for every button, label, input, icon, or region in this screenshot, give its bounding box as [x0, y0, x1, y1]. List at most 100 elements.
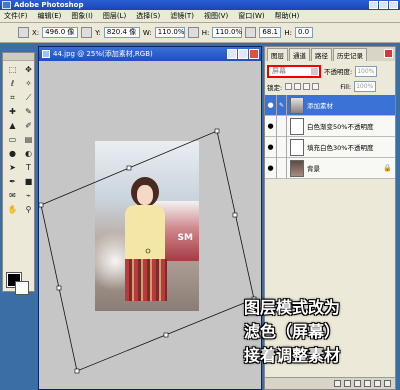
trash-icon[interactable] — [384, 380, 391, 387]
menu-select[interactable]: 选择(S) — [136, 11, 160, 21]
brush-icon[interactable]: ✎ — [21, 105, 36, 118]
x-field[interactable]: 496.0 像 — [42, 27, 79, 38]
adjustment-layer-icon[interactable] — [364, 380, 371, 387]
move-icon[interactable]: ✥ — [21, 63, 36, 76]
transform-bounding-box[interactable] — [39, 61, 261, 389]
menu-filter[interactable]: 滤镜(T) — [170, 11, 194, 21]
menu-edit[interactable]: 编辑(E) — [38, 11, 62, 21]
x-label: X: — [32, 28, 40, 37]
brush-icon[interactable]: ✎ — [277, 94, 287, 116]
dodge-icon[interactable]: ◐ — [21, 147, 36, 160]
new-layer-icon[interactable] — [374, 380, 381, 387]
menu-file[interactable]: 文件(F) — [4, 11, 28, 21]
crop-icon[interactable]: ⌗ — [5, 91, 20, 104]
reference-point-icon[interactable] — [18, 27, 29, 38]
notes-icon[interactable]: ✉ — [5, 189, 20, 202]
menu-layer[interactable]: 图层(L) — [103, 11, 126, 21]
doc-maximize-icon[interactable] — [238, 49, 248, 59]
maximize-icon[interactable] — [379, 1, 388, 9]
relative-icon[interactable] — [81, 27, 93, 38]
angle-field[interactable]: 68.1 — [259, 27, 282, 38]
hand-icon[interactable]: ✋ — [5, 203, 20, 216]
caption-line: 滤色（屏幕） — [244, 322, 341, 341]
transform-handle-tr — [214, 128, 220, 134]
tab-layers[interactable]: 图层 — [267, 48, 288, 61]
zoom-icon[interactable]: ⚲ — [21, 203, 36, 216]
transform-handle-l — [56, 285, 62, 291]
photoshop-icon — [2, 1, 11, 9]
minimize-icon[interactable] — [369, 1, 378, 9]
tab-paths[interactable]: 路径 — [311, 48, 332, 61]
menu-window[interactable]: 窗口(W) — [238, 11, 264, 21]
y-field[interactable]: 820.4 像 — [103, 27, 140, 38]
eye-icon[interactable]: ● — [265, 157, 277, 179]
gradient-icon[interactable]: ▤ — [21, 133, 36, 146]
background-color-swatch[interactable] — [15, 281, 29, 295]
magic-wand-icon[interactable]: ✧ — [21, 77, 36, 90]
layer-row[interactable]: ● ✎ 添加素材 — [265, 94, 395, 116]
layer-thumbnail — [290, 96, 304, 114]
layer-row[interactable]: ● 白色渐变50%不透明度 — [265, 115, 395, 137]
link-icon[interactable] — [277, 157, 287, 179]
link-icon[interactable] — [277, 115, 287, 137]
document-controls — [227, 49, 259, 59]
lasso-icon[interactable]: ℓ — [5, 77, 20, 90]
eyedropper-icon[interactable]: ⌁ — [21, 189, 36, 202]
lock-transparent-icon[interactable] — [285, 83, 293, 90]
menu-view[interactable]: 视图(V) — [204, 11, 228, 21]
menu-image[interactable]: 图象(I) — [71, 11, 93, 21]
layer-style-icon[interactable] — [334, 380, 341, 387]
transform-handle-t — [126, 165, 132, 171]
lock-move-icon[interactable] — [303, 83, 311, 90]
blend-mode-select[interactable]: 屏幕 — [267, 64, 321, 78]
lock-icon: 🔒 — [383, 164, 392, 172]
menu-help[interactable]: 帮助(H) — [275, 11, 300, 21]
doc-close-icon[interactable] — [249, 49, 259, 59]
tab-channels[interactable]: 通道 — [289, 48, 310, 61]
toolbox-grip[interactable] — [3, 53, 34, 61]
type-icon[interactable]: T — [21, 161, 36, 174]
history-brush-icon[interactable]: ✐ — [21, 119, 36, 132]
layer-row[interactable]: ● 填充白色30%不透明度 — [265, 136, 395, 158]
transform-center-point — [145, 248, 151, 254]
slice-icon[interactable]: ⟋ — [21, 91, 36, 104]
eraser-icon[interactable]: ▭ — [5, 133, 20, 146]
skew-h-field[interactable]: 0.0 — [295, 27, 313, 38]
eye-icon[interactable]: ● — [265, 136, 277, 158]
lock-row: 锁定: Fill: 100% — [265, 80, 395, 93]
blend-mode-value: 屏幕 — [272, 66, 286, 75]
close-icon[interactable] — [389, 1, 398, 9]
layer-thumbnail — [290, 138, 304, 156]
stamp-icon[interactable]: ▲ — [5, 119, 20, 132]
document-title-bar[interactable]: 44.jpg @ 25%(添加素材,RGB) — [39, 47, 261, 61]
marquee-icon[interactable]: ⬚ — [5, 63, 20, 76]
chain-link-icon[interactable] — [187, 27, 199, 38]
link-icon[interactable] — [277, 136, 287, 158]
layer-thumbnail — [290, 117, 304, 135]
fill-field[interactable]: 100% — [354, 81, 377, 92]
tab-history[interactable]: 历史记录 — [333, 48, 367, 61]
opacity-field[interactable]: 100% — [355, 65, 378, 77]
blur-icon[interactable]: ● — [5, 147, 20, 160]
h-field[interactable]: 110.0% — [212, 27, 243, 38]
options-bar: X: 496.0 像 Y: 820.4 像 W: 110.0% H: 110.0… — [0, 23, 400, 43]
path-select-icon[interactable]: ➤ — [5, 161, 20, 174]
h-label: H: — [201, 28, 210, 37]
w-field[interactable]: 110.0% — [154, 27, 185, 38]
lock-all-icon[interactable] — [312, 83, 320, 90]
lock-brush-icon[interactable] — [294, 83, 302, 90]
pen-icon[interactable]: ✒ — [5, 175, 20, 188]
eye-icon[interactable]: ● — [265, 94, 277, 116]
layer-row[interactable]: ● 背景 🔒 — [265, 157, 395, 179]
healing-icon[interactable]: ✚ — [5, 105, 20, 118]
canvas[interactable]: SM — [39, 61, 261, 389]
shape-icon[interactable]: ■ — [21, 175, 36, 188]
transform-handle-b — [163, 332, 169, 338]
document-window: 44.jpg @ 25%(添加素材,RGB) SM — [38, 46, 262, 390]
doc-minimize-icon[interactable] — [227, 49, 237, 59]
eye-icon[interactable]: ● — [265, 115, 277, 137]
panel-close-icon[interactable] — [384, 49, 393, 58]
lock-label: 锁定: — [267, 83, 283, 92]
new-set-icon[interactable] — [354, 380, 361, 387]
layer-mask-icon[interactable] — [344, 380, 351, 387]
